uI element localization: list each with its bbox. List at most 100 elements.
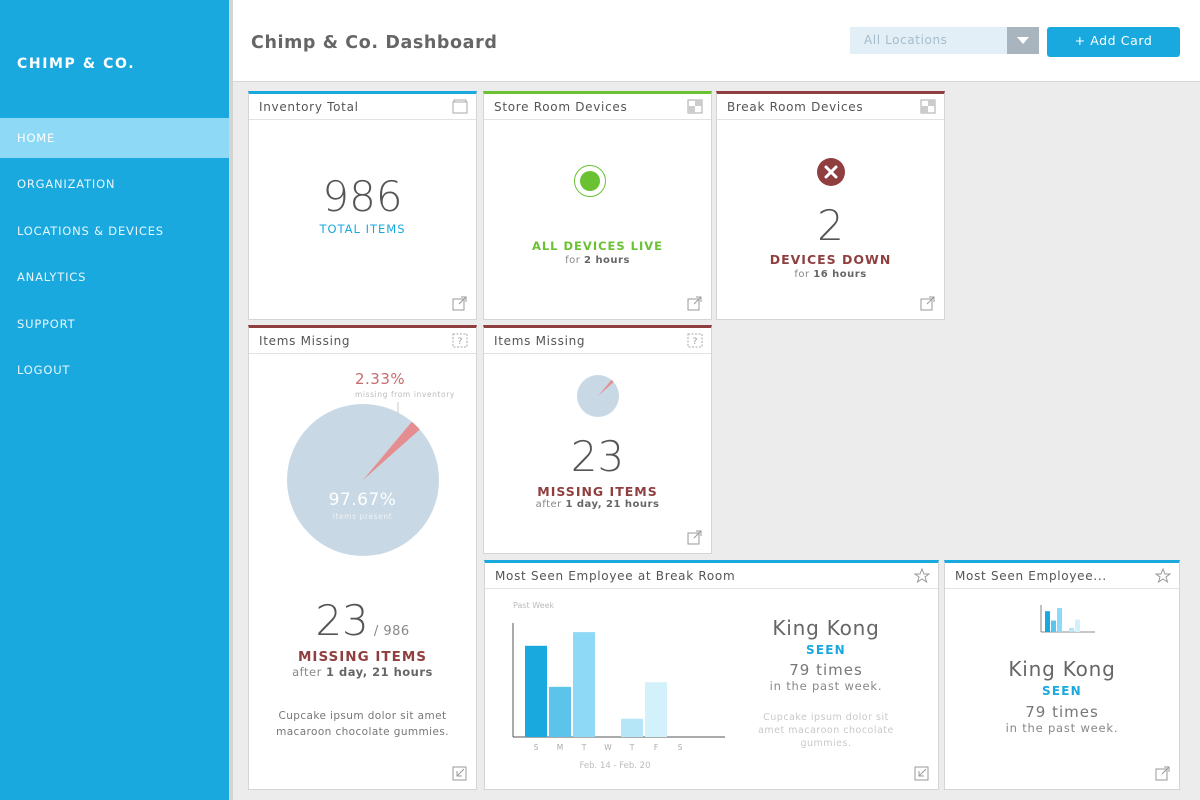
card-header: Break Room Devices bbox=[717, 94, 944, 120]
inventory-value: 986 bbox=[322, 172, 403, 221]
card-title: Items Missing bbox=[259, 334, 351, 348]
card-header: Most Seen Employee... bbox=[945, 563, 1179, 589]
brand-logo: CHIMP & CO. bbox=[17, 56, 136, 72]
location-select[interactable]: All Locations bbox=[850, 27, 1039, 54]
employee-name: King Kong bbox=[772, 616, 880, 640]
present-percent-sub: items present bbox=[332, 512, 393, 521]
seen-label: SEEN bbox=[1042, 684, 1082, 698]
chart-title: Past Week bbox=[513, 601, 555, 610]
card-title: Items Missing bbox=[494, 334, 586, 348]
bar-5 bbox=[645, 682, 667, 737]
svg-text:?: ? bbox=[458, 337, 463, 347]
seen-period: in the past week. bbox=[1005, 721, 1119, 735]
mini-bar-2 bbox=[1057, 608, 1062, 632]
duration-prefix: for bbox=[794, 269, 810, 280]
card-title: Most Seen Employee at Break Room bbox=[495, 569, 736, 583]
missing-duration: after 1 day, 21 hours bbox=[249, 665, 476, 679]
mini-bar-5 bbox=[1075, 619, 1080, 632]
expand-icon[interactable] bbox=[452, 296, 467, 311]
card-title: Inventory Total bbox=[259, 100, 359, 114]
status-live-icon bbox=[574, 165, 606, 197]
expand-icon[interactable] bbox=[1155, 766, 1170, 781]
sidebar-item-support[interactable]: SUPPORT bbox=[0, 304, 229, 344]
duration-prefix: after bbox=[535, 499, 562, 510]
status-down-icon bbox=[817, 158, 845, 186]
card-header: Items Missing ? bbox=[484, 328, 711, 354]
expand-icon[interactable] bbox=[687, 296, 702, 311]
employee-summary: King Kong SEEN 79 times in the past week… bbox=[733, 616, 919, 750]
page-title: Chimp & Co. Dashboard bbox=[251, 33, 498, 53]
add-card-button[interactable]: + Add Card bbox=[1047, 27, 1180, 57]
missing-count: 23 bbox=[315, 596, 369, 645]
x-tick-label: M bbox=[557, 743, 563, 752]
collapse-icon[interactable] bbox=[452, 766, 467, 781]
duration-value: 1 day, 21 hours bbox=[565, 499, 660, 510]
bar-1 bbox=[549, 686, 571, 737]
archive-icon[interactable] bbox=[452, 99, 468, 114]
employee-name: King Kong bbox=[1008, 657, 1116, 681]
duration-value: 2 hours bbox=[584, 255, 630, 266]
x-tick-label: W bbox=[604, 743, 612, 752]
card-title: Break Room Devices bbox=[727, 100, 864, 114]
duration-value: 1 day, 21 hours bbox=[325, 665, 433, 679]
sidebar-nav: HOME ORGANIZATION LOCATIONS & DEVICES AN… bbox=[0, 118, 229, 396]
duration-prefix: for bbox=[565, 255, 581, 266]
mini-bar-chart bbox=[1040, 605, 1095, 633]
seen-label: SEEN bbox=[806, 643, 846, 657]
missing-count: 23 bbox=[570, 432, 625, 481]
break-room-caption: DEVICES DOWN bbox=[769, 252, 892, 267]
missing-count-row: 23 / 986 bbox=[249, 596, 476, 645]
break-room-devices-card: Break Room Devices 2 DEVICES DOWN for 16… bbox=[716, 91, 945, 320]
top-header: Chimp & Co. Dashboard All Locations + Ad… bbox=[233, 0, 1200, 82]
inventory-total-ref: / 986 bbox=[373, 624, 410, 639]
card-header: Inventory Total bbox=[249, 94, 476, 120]
items-missing-large-card: Items Missing ? 2.33% missing from inven… bbox=[248, 325, 477, 790]
expand-icon[interactable] bbox=[687, 530, 702, 545]
break-room-duration: for 16 hours bbox=[717, 269, 944, 280]
location-select-value: All Locations bbox=[864, 33, 948, 47]
bar-4 bbox=[621, 718, 643, 737]
missing-note: Cupcake ipsum dolor sit amet macaroon ch… bbox=[276, 710, 449, 738]
bar-0 bbox=[525, 645, 547, 737]
duration-value: 16 hours bbox=[813, 269, 867, 280]
missing-caption: MISSING ITEMS bbox=[297, 649, 427, 665]
sidebar-item-locations-devices[interactable]: LOCATIONS & DEVICES bbox=[0, 211, 229, 251]
sidebar-item-organization[interactable]: ORGANIZATION bbox=[0, 164, 229, 204]
grid-icon[interactable] bbox=[920, 99, 936, 114]
help-icon[interactable]: ? bbox=[687, 333, 703, 348]
sidebar-item-home[interactable]: HOME bbox=[0, 118, 229, 158]
x-tick-label: T bbox=[629, 743, 635, 752]
sidebar-item-logout[interactable]: LOGOUT bbox=[0, 350, 229, 390]
missing-pie-chart bbox=[577, 375, 619, 417]
mini-bar-1 bbox=[1051, 620, 1056, 632]
sidebar-item-analytics[interactable]: ANALYTICS bbox=[0, 257, 229, 297]
seen-period: in the past week. bbox=[769, 679, 883, 693]
sidebar: CHIMP & CO. HOME ORGANIZATION LOCATIONS … bbox=[0, 0, 229, 800]
collapse-icon[interactable] bbox=[914, 766, 929, 781]
card-header: Store Room Devices bbox=[484, 94, 711, 120]
card-header: Most Seen Employee at Break Room bbox=[485, 563, 938, 589]
weekly-bar-chart: Past Week Feb. 14 - Feb. 20 S M T W T F S bbox=[512, 601, 725, 771]
x-tick-label: S bbox=[678, 743, 683, 752]
missing-caption: MISSING ITEMS bbox=[537, 484, 658, 499]
missing-duration: after 1 day, 21 hours bbox=[484, 499, 711, 510]
grid-icon[interactable] bbox=[687, 99, 703, 114]
help-icon[interactable]: ? bbox=[452, 333, 468, 348]
mini-bar-4 bbox=[1069, 627, 1074, 632]
location-select-toggle[interactable] bbox=[1007, 27, 1039, 54]
card-title: Most Seen Employee... bbox=[955, 569, 1107, 583]
x-tick-label: F bbox=[654, 743, 658, 752]
sidebar-divider bbox=[229, 0, 233, 800]
employee-note: Cupcake ipsum dolor sit amet macaroon ch… bbox=[758, 712, 894, 749]
x-tick-label: S bbox=[534, 743, 539, 752]
bar-2 bbox=[573, 632, 595, 737]
inventory-total-card: Inventory Total 986 TOTAL ITEMS bbox=[248, 91, 477, 320]
star-icon[interactable] bbox=[914, 568, 930, 583]
chart-date-range: Feb. 14 - Feb. 20 bbox=[579, 761, 650, 771]
chevron-down-icon bbox=[1017, 37, 1029, 44]
expand-icon[interactable] bbox=[920, 296, 935, 311]
missing-percent-sub: missing from inventory bbox=[355, 390, 455, 399]
seen-times: 79 times bbox=[789, 661, 863, 679]
star-icon[interactable] bbox=[1155, 568, 1171, 583]
svg-text:?: ? bbox=[693, 337, 698, 347]
